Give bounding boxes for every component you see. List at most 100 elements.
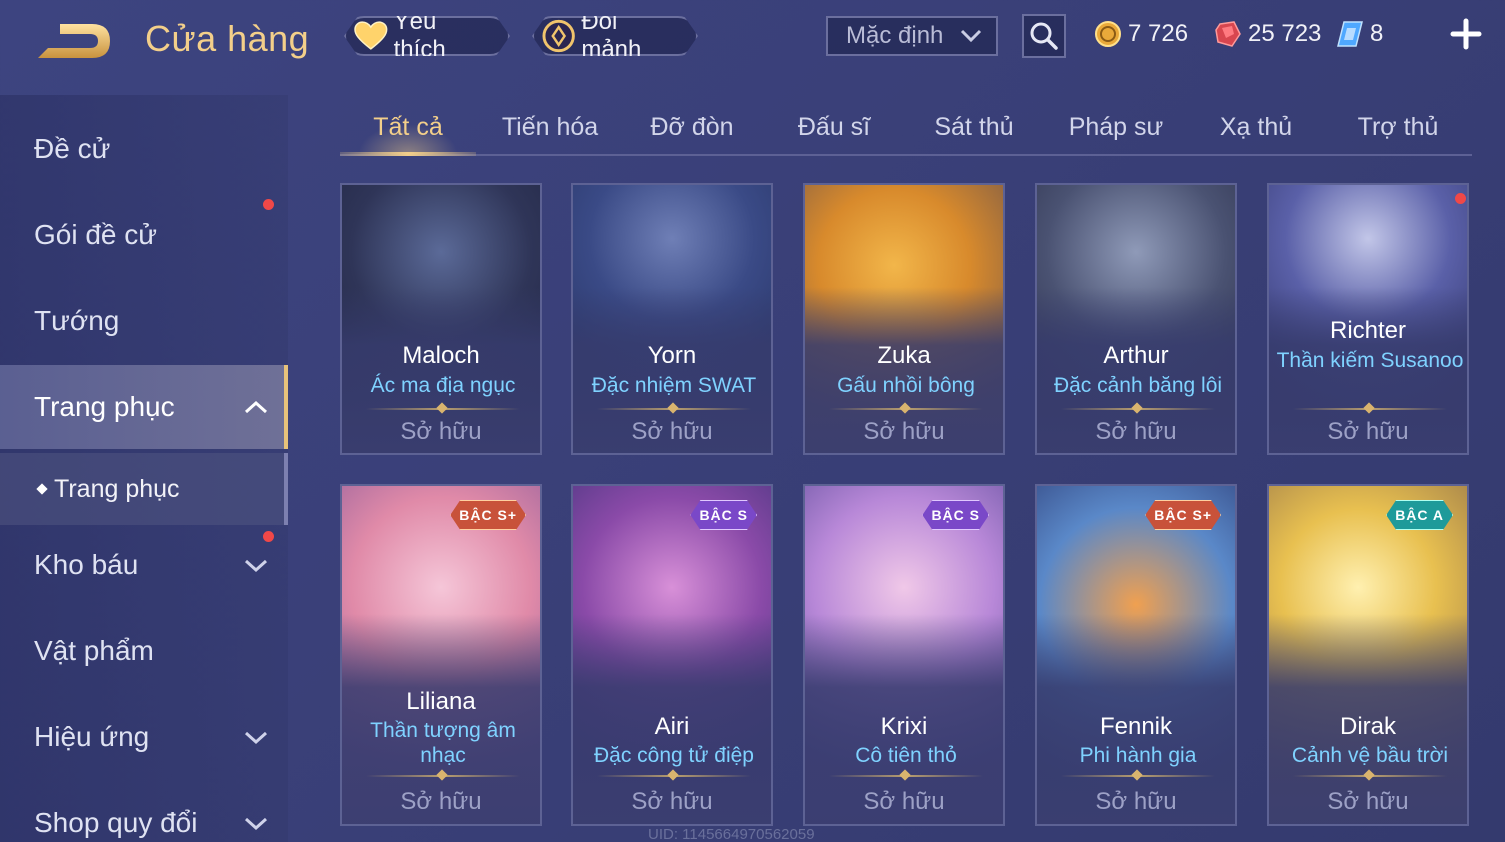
- sidebar-item-skins[interactable]: Trang phục: [0, 365, 288, 449]
- skin-name: Đặc nhiệm SWAT: [591, 374, 757, 397]
- favorites-button[interactable]: Yêu thích: [344, 16, 510, 56]
- page-title: Cửa hàng: [145, 18, 310, 59]
- ownership-status: Sở hữu: [1327, 788, 1409, 815]
- card-divider: [1293, 402, 1447, 414]
- search-button[interactable]: [1022, 14, 1066, 58]
- ownership-status: Sở hữu: [400, 418, 482, 445]
- tab-tank[interactable]: Đỡ đòn: [622, 100, 762, 154]
- skin-card[interactable]: BẬC S+ Liliana Thần tượng âm nhạc Sở hữu: [340, 484, 542, 826]
- gold-amount: 7 726: [1128, 20, 1189, 47]
- card-divider: [1061, 769, 1215, 781]
- sidebar-item-recommended[interactable]: Đề cử: [0, 107, 288, 191]
- tab-mage[interactable]: Pháp sư: [1046, 100, 1186, 154]
- tier-badge: BẬC S+: [450, 500, 526, 530]
- card-divider: [366, 769, 520, 781]
- ownership-status: Sở hữu: [1327, 418, 1409, 445]
- card-divider: [1061, 402, 1215, 414]
- ownership-status: Sở hữu: [863, 418, 945, 445]
- ownership-status: Sở hữu: [631, 418, 713, 445]
- chevron-up-icon: [244, 400, 268, 414]
- ownership-status: Sở hữu: [400, 788, 482, 815]
- skin-name: Cảnh vệ bầu trời: [1291, 744, 1449, 767]
- skin-name: Đặc công tử điệp: [594, 744, 754, 767]
- hero-name: Fennik: [1099, 713, 1173, 740]
- hero-name: Arthur: [1103, 342, 1169, 369]
- diamond-bullet-icon: [36, 483, 48, 495]
- sidebar-item-label: Kho báu: [34, 549, 139, 580]
- tab-label: Sát thủ: [934, 112, 1014, 141]
- sidebar-subitem-label: Trang phục: [54, 474, 180, 503]
- sidebar-item-items[interactable]: Vật phẩm: [0, 609, 288, 693]
- skin-card[interactable]: BẬC S Krixi Cô tiên thỏ Sở hữu: [803, 484, 1005, 826]
- skin-card[interactable]: BẬC A Dirak Cảnh vệ bầu trời Sở hữu: [1267, 484, 1469, 826]
- sidebar-item-label: Đề cử: [34, 133, 111, 164]
- sidebar-item-heroes[interactable]: Tướng: [0, 279, 288, 363]
- skin-card[interactable]: Arthur Đặc cảnh băng lôi Sở hữu: [1035, 183, 1237, 455]
- skin-name: Đặc cảnh băng lôi: [1053, 374, 1223, 397]
- hero-name: Zuka: [877, 342, 931, 369]
- skin-card[interactable]: Zuka Gấu nhồi bông Sở hữu: [803, 183, 1005, 455]
- sidebar-item-label: Shop quy đổi: [34, 807, 198, 838]
- notification-dot: [263, 199, 274, 210]
- category-tabs: Tất cả Tiến hóa Đỡ đòn Đấu sĩ Sát thủ Ph…: [340, 100, 1472, 156]
- skin-name: Thần kiếm Susanoo: [1276, 349, 1464, 372]
- ruby-gem-icon: [1215, 21, 1241, 47]
- hero-name: Dirak: [1339, 713, 1396, 740]
- sidebar-item-exchange-shop[interactable]: Shop quy đổi: [0, 781, 288, 842]
- chevron-down-icon: [960, 29, 982, 43]
- gold-balance: 7 726: [1094, 18, 1188, 50]
- skin-card[interactable]: Maloch Ác ma địa ngục Sở hữu: [340, 183, 542, 455]
- tab-all[interactable]: Tất cả: [340, 100, 476, 156]
- skin-card[interactable]: Richter Thần kiếm Susanoo Sở hữu: [1267, 183, 1469, 455]
- voucher-icon: [1337, 21, 1363, 47]
- sidebar-item-label: Hiệu ứng: [34, 721, 150, 752]
- skin-card[interactable]: Yorn Đặc nhiệm SWAT Sở hữu: [571, 183, 773, 455]
- tab-fighter[interactable]: Đấu sĩ: [764, 100, 904, 154]
- skin-name: Cô tiên thỏ: [855, 744, 957, 767]
- shard-coin-icon: [542, 19, 575, 53]
- tier-badge: BẬC S: [922, 500, 989, 530]
- sidebar-item-label: Gói đề cử: [34, 219, 158, 250]
- sort-dropdown[interactable]: Mặc định: [826, 16, 998, 56]
- exchange-shards-button[interactable]: Đổi mảnh: [532, 16, 698, 56]
- tab-glow: [358, 124, 458, 154]
- sidebar-subitem-skins[interactable]: Trang phục: [0, 453, 288, 525]
- hero-name: Krixi: [880, 713, 928, 740]
- tab-evolution[interactable]: Tiến hóa: [480, 100, 620, 154]
- heart-icon: [354, 21, 388, 51]
- tier-badge: BẬC S: [690, 500, 757, 530]
- skin-card[interactable]: BẬC S Airi Đặc công tử điệp Sở hữu: [571, 484, 773, 826]
- sidebar-item-treasure[interactable]: Kho báu: [0, 523, 288, 607]
- tab-support[interactable]: Trợ thủ: [1330, 100, 1466, 154]
- voucher-amount: 8: [1370, 20, 1384, 47]
- card-divider: [1293, 769, 1447, 781]
- sidebar-item-label: Tướng: [34, 305, 120, 336]
- chevron-down-icon: [244, 731, 268, 745]
- notification-dot: [1455, 193, 1466, 204]
- tab-label: Trợ thủ: [1357, 112, 1439, 141]
- card-divider: [597, 769, 751, 781]
- hero-name: Airi: [654, 713, 690, 740]
- tab-label: Đấu sĩ: [797, 112, 871, 141]
- card-divider: [366, 402, 520, 414]
- back-arrow-icon[interactable]: [34, 18, 114, 64]
- hero-name: Yorn: [647, 342, 697, 369]
- notification-dot: [263, 531, 274, 542]
- chevron-down-icon: [244, 559, 268, 573]
- tab-marksman[interactable]: Xạ thủ: [1188, 100, 1324, 154]
- plus-icon[interactable]: [1450, 18, 1482, 50]
- ownership-status: Sở hữu: [1095, 788, 1177, 815]
- tab-label: Tiến hóa: [501, 112, 599, 141]
- skin-card[interactable]: BẬC S+ Fennik Phi hành gia Sở hữu: [1035, 484, 1237, 826]
- sidebar-item-effects[interactable]: Hiệu ứng: [0, 695, 288, 779]
- card-divider: [829, 769, 983, 781]
- tab-assassin[interactable]: Sát thủ: [904, 100, 1044, 154]
- user-id-watermark: UID: 1145664970562059: [648, 826, 815, 842]
- favorites-label: Yêu thích: [393, 8, 446, 63]
- tab-active-underline: [340, 152, 476, 156]
- sidebar-item-recommended-bundles[interactable]: Gói đề cử: [0, 193, 288, 277]
- ownership-status: Sở hữu: [1095, 418, 1177, 445]
- hero-name: Maloch: [402, 342, 480, 369]
- tab-label: Xạ thủ: [1219, 112, 1293, 141]
- ownership-status: Sở hữu: [863, 788, 945, 815]
